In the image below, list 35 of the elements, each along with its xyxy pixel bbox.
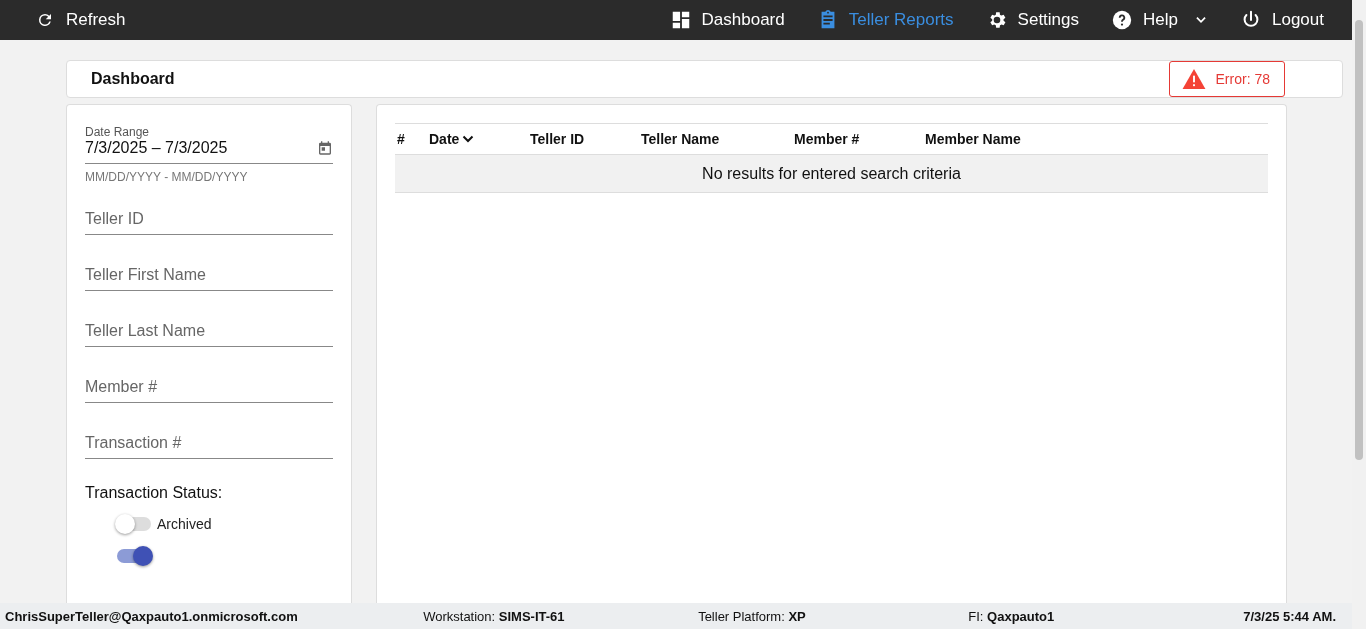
empty-message: No results for entered search criteria	[702, 164, 961, 183]
status-item: Workstation: SIMS-IT-61	[423, 608, 566, 624]
column-header: #	[397, 131, 406, 147]
toggle-label: Archived	[157, 516, 212, 532]
user-email: ChrisSuperTeller@Qaxpauto1.onmicrosoft.com	[5, 608, 299, 624]
column-header: Teller ID	[530, 131, 586, 147]
column-header[interactable]: Date	[429, 131, 530, 147]
toggle-switch[interactable]	[115, 514, 153, 534]
status-time: 7/3/25 5:44 AM.	[1243, 608, 1336, 624]
calendar-icon[interactable]	[317, 140, 333, 156]
error-badge[interactable]: Error: 78	[1168, 61, 1285, 97]
input-field[interactable]: Teller ID	[85, 204, 333, 235]
column-header: Member Name	[925, 131, 1022, 147]
refresh-icon	[36, 11, 54, 29]
column-header: Member #	[794, 131, 861, 147]
status-item: FI: Qaxpauto1	[968, 608, 1056, 624]
column-header: Teller Name	[641, 131, 721, 147]
page-title: Dashboard	[91, 70, 175, 88]
nav-item[interactable]: Dashboard	[659, 3, 795, 37]
input-field[interactable]: Member #	[85, 372, 333, 403]
input-field[interactable]: Teller First Name	[85, 260, 333, 291]
input-field[interactable]: Teller Last Name	[85, 316, 333, 347]
help-icon	[1111, 9, 1134, 31]
input-field[interactable]: Transaction #	[85, 428, 333, 459]
status-label: Transaction Status:	[85, 484, 224, 502]
date-range-field[interactable]: Date Range 7/3/2025 – 7/3/2025	[85, 125, 333, 164]
nav-item[interactable]: Logout	[1230, 3, 1334, 37]
nav-item[interactable]: Help	[1101, 3, 1218, 37]
warning-icon	[1181, 69, 1206, 89]
refresh-button[interactable]: Refresh	[26, 4, 136, 36]
nav-item[interactable]: Teller Reports	[806, 3, 964, 37]
nav-item[interactable]: Settings	[975, 3, 1090, 37]
toggle-switch[interactable]	[115, 546, 153, 566]
date-format-hint: MM/DD/YYYY - MM/DD/YYYY	[85, 170, 249, 184]
status-item: Teller Platform: XP	[698, 608, 807, 624]
